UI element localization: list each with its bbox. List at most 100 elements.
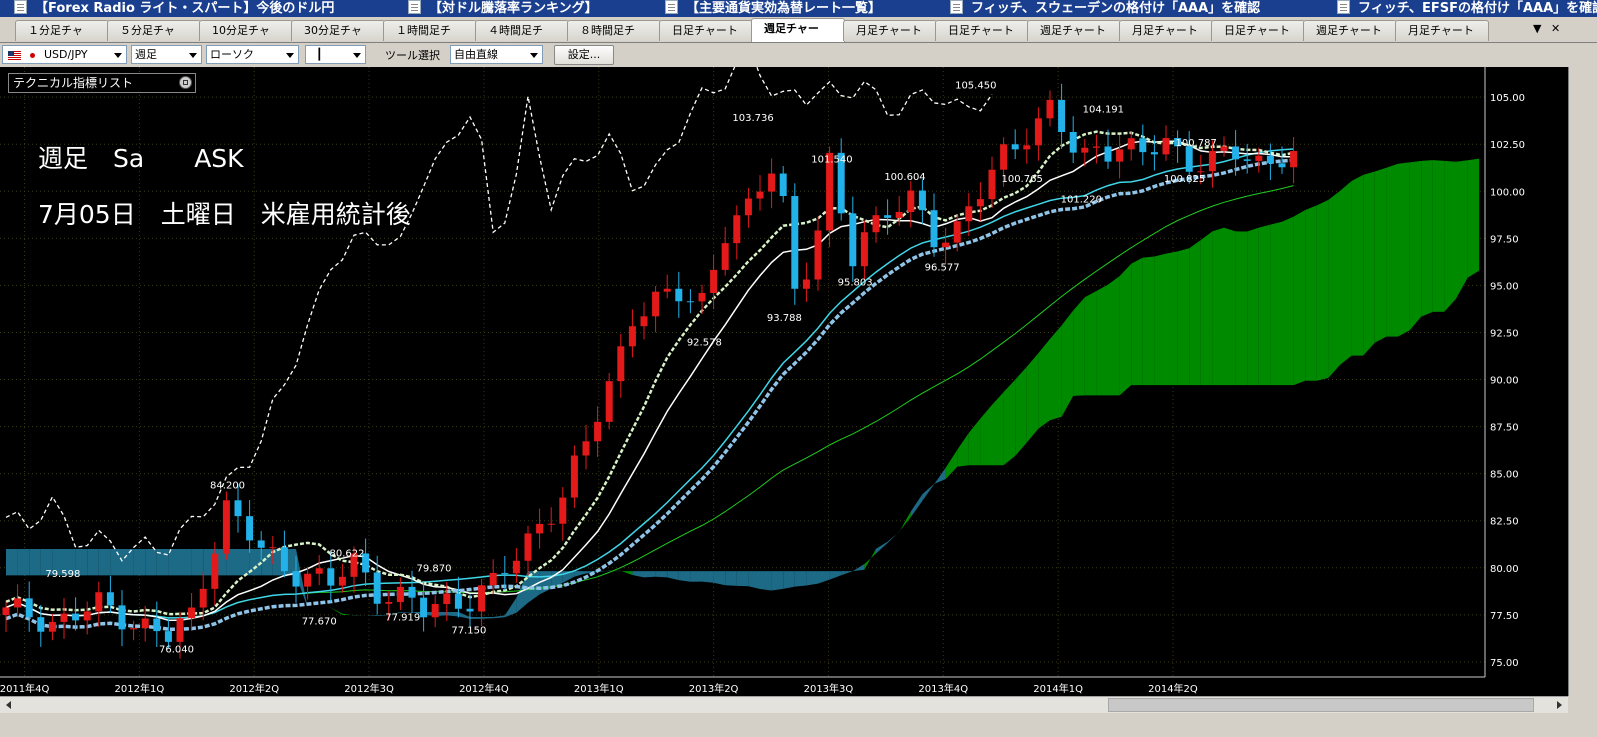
ichimoku-cloud-segment: [632, 571, 644, 578]
tab-2[interactable]: ５分足チャ: [107, 20, 201, 41]
close-icon[interactable]: ✕: [1551, 21, 1560, 37]
y-tick-label: 100.00: [1490, 187, 1525, 198]
price-annotation: 84.200: [210, 481, 245, 492]
scrollbar-thumb[interactable]: [1108, 698, 1534, 712]
tab-6[interactable]: ４時間足チ: [475, 20, 569, 41]
candle-body: [373, 572, 381, 604]
candle-body: [280, 547, 288, 572]
ichimoku-cloud-segment: [713, 571, 726, 586]
ichimoku-cloud-segment: [992, 392, 1004, 466]
ichimoku-cloud-segment: [1432, 160, 1445, 312]
tab-menu-icon[interactable]: ▼: [1533, 21, 1541, 37]
chevron-down-icon: [527, 47, 541, 62]
ichimoku-cloud-segment: [887, 531, 900, 544]
horizontal-scrollbar[interactable]: [0, 696, 1568, 714]
tab-12[interactable]: 週足チャート: [1027, 20, 1121, 41]
price-annotation: 96.577: [925, 262, 960, 273]
chevron-down-icon: [350, 47, 364, 62]
tab-14[interactable]: 日足チャート: [1211, 20, 1305, 41]
ichimoku-cloud-segment: [1282, 216, 1294, 386]
ichimoku-cloud-segment: [493, 615, 505, 619]
scroll-right-icon[interactable]: [1553, 699, 1565, 711]
tab-8[interactable]: 日足チャート: [659, 20, 753, 41]
news-text: フィッチ、EFSFの格付け「AAA」を確認: [1358, 1, 1597, 16]
candle-body: [884, 215, 892, 218]
tab-4[interactable]: 30分足チャ: [291, 20, 385, 41]
candle-body: [686, 301, 694, 303]
tab-5[interactable]: １時間足チ: [383, 20, 477, 41]
currency-pair-select[interactable]: USD/JPY: [2, 45, 127, 64]
news-item[interactable]: フィッチ、スウェーデンの格付け「AAA」を確認: [950, 0, 1260, 17]
tab-9[interactable]: 週足チャー: [751, 18, 845, 42]
tab-16[interactable]: 月足チャート: [1395, 20, 1489, 41]
tab-15[interactable]: 週足チャート: [1303, 20, 1397, 41]
candle-body: [466, 608, 474, 612]
drawing-tool-select[interactable]: 自由直線: [450, 45, 543, 64]
candle-body: [768, 173, 776, 192]
chart-tab-bar: １分足チャ ５分足チャ 10分足チャ 30分足チャ １時間足チ ４時間足チ ８時間足チ 日足チ…: [0, 17, 1597, 43]
settings-button[interactable]: 設定...: [554, 45, 614, 65]
ichimoku-cloud-segment: [539, 571, 552, 595]
candle-body: [1034, 118, 1042, 146]
candle-body: [1197, 171, 1205, 173]
ichimoku-cloud-segment: [980, 404, 992, 466]
candle-body: [408, 586, 416, 598]
overlay-note-line2: 7月05日 土曜日 米雇用統計後: [38, 200, 411, 229]
candle-body: [420, 597, 428, 618]
news-item[interactable]: 【主要通貨実効為替レート一覧】: [665, 0, 881, 17]
x-tick-label: 2011年4Q: [0, 682, 50, 695]
ichimoku-cloud-segment: [1154, 253, 1166, 386]
candle-body: [269, 547, 277, 549]
ichimoku-cloud-segment: [736, 571, 749, 587]
news-item[interactable]: 【Forex Radio ライト・スパート】今後のドル円: [14, 0, 334, 17]
candle-body: [582, 441, 590, 456]
ichimoku-cloud-segment: [1050, 325, 1062, 421]
candle-body: [710, 269, 718, 293]
ichimoku-cloud-segment: [968, 418, 981, 466]
ichimoku-cloud-segment: [1212, 227, 1224, 386]
candle-style-select[interactable]: ┃: [305, 45, 366, 64]
candle-body: [802, 279, 810, 289]
collapse-icon[interactable]: [179, 76, 192, 89]
candle-body: [60, 613, 68, 622]
price-annotation: 100.825: [1164, 174, 1205, 185]
ichimoku-cloud-segment: [748, 571, 760, 589]
candle-body: [1243, 159, 1251, 161]
indicator-list-panel[interactable]: テクニカル指標リスト: [8, 73, 196, 93]
ichimoku-cloud-segment: [1189, 239, 1201, 386]
candle-body: [872, 215, 880, 233]
ichimoku-cloud-segment: [470, 617, 482, 619]
x-tick-label: 2012年3Q: [344, 682, 394, 695]
tab-3[interactable]: 10分足チャ: [199, 20, 293, 41]
ichimoku-cloud-segment: [1166, 251, 1178, 386]
chart-type-select[interactable]: ローソク: [206, 45, 299, 64]
candle-body: [1127, 138, 1135, 150]
tab-10[interactable]: 月足チャート: [843, 20, 937, 41]
candle-body: [1139, 138, 1147, 153]
y-tick-label: 85.00: [1490, 470, 1519, 481]
ichimoku-cloud-segment: [1003, 379, 1016, 466]
candle-body: [222, 500, 230, 554]
scroll-left-icon[interactable]: [3, 699, 15, 711]
tab-1[interactable]: １分足チャ: [15, 20, 109, 41]
candle-body: [385, 602, 393, 604]
candle-body: [199, 588, 207, 608]
x-tick-label: 2012年1Q: [115, 682, 165, 695]
tab-13[interactable]: 月足チャート: [1119, 20, 1213, 41]
period-select[interactable]: 週足: [131, 45, 202, 64]
news-item[interactable]: 【対ドル騰落率ランキング】: [408, 0, 598, 17]
candle-body: [512, 560, 520, 574]
ichimoku-cloud-segment: [1073, 297, 1085, 396]
candle-body: [675, 288, 683, 302]
candle-icon: ┃: [316, 48, 323, 61]
ichimoku-cloud-segment: [1235, 231, 1248, 386]
price-annotation: 95.803: [838, 277, 873, 288]
news-item[interactable]: フィッチ、EFSFの格付け「AAA」を確認: [1337, 0, 1597, 17]
price-annotation: 77.150: [451, 626, 486, 637]
tab-7[interactable]: ８時間足チ: [567, 20, 661, 41]
tab-11[interactable]: 日足チャート: [935, 20, 1029, 41]
price-annotation: 103.736: [732, 113, 773, 124]
ichimoku-cloud-segment: [1084, 291, 1097, 396]
chart-area[interactable]: 105.450 104.191 103.736 101.540 100.604 100.7…: [0, 67, 1568, 696]
news-text: 【主要通貨実効為替レート一覧】: [686, 1, 882, 16]
